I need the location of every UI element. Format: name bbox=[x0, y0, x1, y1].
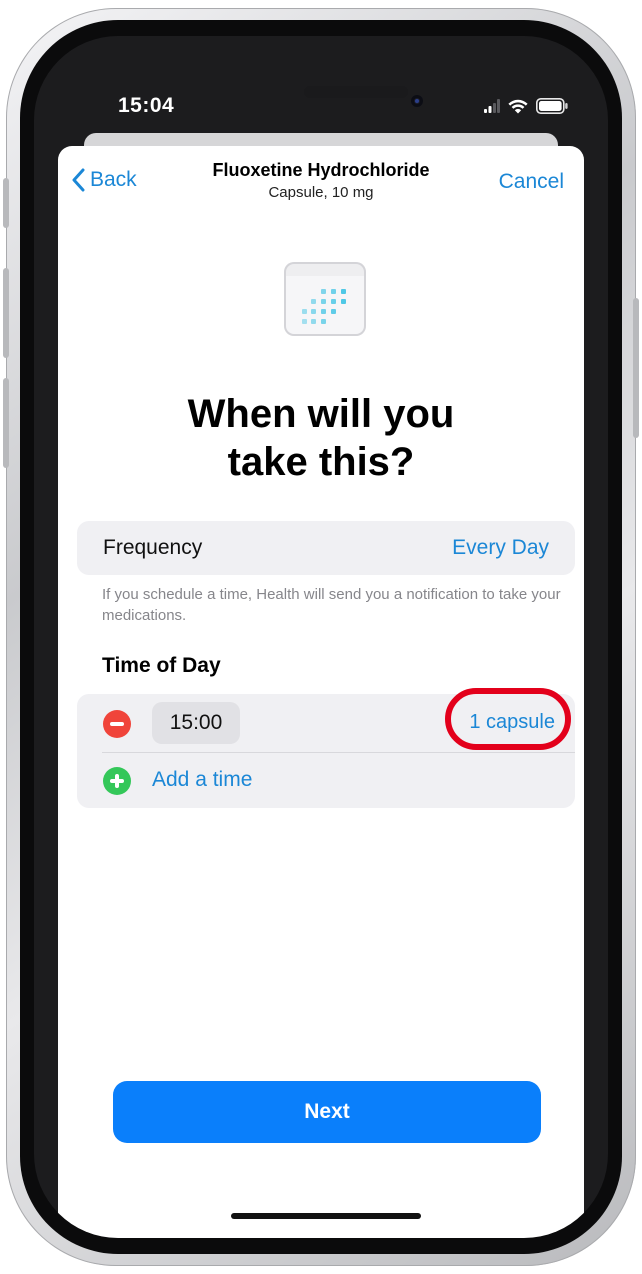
divider bbox=[102, 752, 575, 753]
wifi-icon bbox=[508, 99, 528, 114]
battery-icon bbox=[536, 98, 568, 114]
page-title: When will you take this? bbox=[58, 390, 584, 486]
time-of-day-list: 15:00 1 capsule Add a time bbox=[77, 688, 575, 808]
calendar-icon bbox=[284, 262, 366, 336]
volume-down-button bbox=[3, 378, 9, 468]
page-title-line-1: When will you bbox=[187, 392, 455, 436]
volume-up-button bbox=[3, 268, 9, 358]
screen: 15:04 Back Fluoxetine Hydrochloride Caps… bbox=[34, 36, 608, 1238]
action-button bbox=[3, 178, 9, 228]
earpiece-speaker bbox=[304, 86, 408, 98]
add-time-label[interactable]: Add a time bbox=[152, 768, 252, 792]
frequency-value[interactable]: Every Day bbox=[452, 536, 549, 560]
power-button bbox=[633, 298, 639, 438]
medication-schedule-sheet: Back Fluoxetine Hydrochloride Capsule, 1… bbox=[58, 146, 584, 1238]
cancel-button[interactable]: Cancel bbox=[499, 170, 564, 194]
frequency-note: If you schedule a time, Health will send… bbox=[102, 586, 561, 624]
frequency-row[interactable]: Frequency Every Day bbox=[77, 521, 575, 575]
time-picker[interactable]: 15:00 bbox=[152, 702, 240, 744]
home-indicator[interactable] bbox=[231, 1213, 421, 1219]
next-button[interactable]: Next bbox=[113, 1081, 541, 1143]
status-time: 15:04 bbox=[118, 94, 175, 117]
cellular-signal-icon bbox=[484, 99, 500, 113]
bezel: 15:04 Back Fluoxetine Hydrochloride Caps… bbox=[20, 20, 622, 1254]
status-bar: 15:04 bbox=[34, 36, 608, 132]
remove-time-button[interactable] bbox=[103, 710, 131, 738]
highlight-circle bbox=[445, 688, 571, 750]
phone-frame: 15:04 Back Fluoxetine Hydrochloride Caps… bbox=[3, 8, 639, 1266]
add-time-button[interactable] bbox=[103, 767, 131, 795]
front-camera bbox=[411, 95, 423, 107]
time-of-day-title: Time of Day bbox=[102, 654, 221, 677]
status-icons bbox=[484, 94, 568, 118]
page-title-line-2: take this? bbox=[227, 440, 415, 484]
frequency-label: Frequency bbox=[103, 536, 203, 559]
